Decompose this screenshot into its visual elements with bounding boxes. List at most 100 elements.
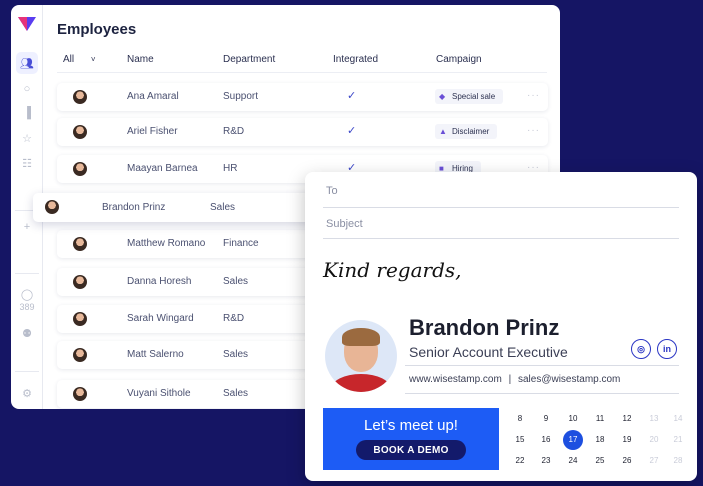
- cta-banner: Let’s meet up! BOOK A DEMO: [323, 408, 499, 470]
- employee-name: Brandon Prinz: [102, 202, 166, 213]
- employee-department: R&D: [223, 126, 245, 137]
- employee-name: Danna Horesh: [127, 276, 192, 287]
- header-divider: [57, 72, 547, 73]
- tag-icon: ◆: [439, 91, 446, 101]
- avatar: [73, 162, 87, 176]
- employee-department: Support: [223, 91, 259, 102]
- disclaimer-icon: ▲: [439, 126, 447, 136]
- calendar-day[interactable]: 13: [644, 412, 664, 426]
- signature-divider: [405, 365, 679, 366]
- email-compose-window: To Subject Kind regards, Brandon Prinz S…: [305, 172, 697, 481]
- employee-name: Matthew Romano: [127, 238, 206, 249]
- calendar-day[interactable]: 22: [510, 454, 530, 468]
- calendar-day[interactable]: 27: [644, 454, 664, 468]
- signature-photo: [325, 320, 397, 392]
- calendar-day[interactable]: 14: [668, 412, 688, 426]
- calendar-day[interactable]: 11: [590, 412, 610, 426]
- avatar: [73, 237, 87, 251]
- more-options-icon[interactable]: ···: [527, 125, 540, 136]
- signature-role: Senior Account Executive: [409, 344, 568, 360]
- calendar-day[interactable]: 10: [563, 412, 583, 426]
- campaign-badge[interactable]: ▲ Disclaimer: [435, 124, 498, 139]
- to-field[interactable]: To: [326, 185, 338, 197]
- calendar-day[interactable]: 18: [590, 433, 610, 447]
- photo-shirt: [331, 374, 391, 392]
- chevron-down-icon: ˅: [90, 55, 96, 64]
- employee-department: Sales: [223, 388, 249, 399]
- table-row[interactable]: Ana Amaral Support ✓ ◆ Special sale ···: [57, 83, 548, 111]
- column-integrated[interactable]: Integrated: [333, 54, 378, 65]
- instagram-icon[interactable]: ◎: [631, 339, 651, 359]
- campaign-label: Disclaimer: [452, 127, 490, 136]
- employee-department: Sales: [223, 349, 249, 360]
- calendar-day[interactable]: 16: [536, 433, 556, 447]
- calendar-day[interactable]: 12: [617, 412, 637, 426]
- filter-all-label: All: [63, 54, 75, 65]
- linkedin-icon[interactable]: in: [657, 339, 677, 359]
- user-count: 389: [19, 302, 35, 312]
- signature-email[interactable]: sales@wisestamp.com: [518, 374, 620, 385]
- drop-icon[interactable]: ○: [19, 81, 35, 97]
- bulb-icon[interactable]: ☆: [19, 130, 35, 146]
- employee-department: Finance: [223, 238, 259, 249]
- calendar-day[interactable]: 21: [668, 433, 688, 447]
- avatar: [73, 90, 87, 104]
- avatar: [73, 348, 87, 362]
- app-logo-icon: [18, 17, 36, 31]
- avatar: [45, 200, 59, 214]
- signature-name: Brandon Prinz: [409, 315, 560, 340]
- calendar-day[interactable]: 26: [617, 454, 637, 468]
- add-icon[interactable]: +: [19, 219, 35, 235]
- employee-name: Matt Salerno: [127, 349, 184, 360]
- employee-department: R&D: [223, 313, 245, 324]
- column-campaign[interactable]: Campaign: [436, 54, 482, 65]
- calendar-day[interactable]: 23: [536, 454, 556, 468]
- settings-icon[interactable]: ⚙: [19, 385, 35, 401]
- signature-divider: [405, 393, 679, 394]
- avatar: [73, 275, 87, 289]
- avatar: [73, 387, 87, 401]
- analytics-icon[interactable]: ▐: [19, 105, 35, 121]
- people-icon[interactable]: 👥︎: [16, 52, 38, 74]
- calendar-day[interactable]: 25: [590, 454, 610, 468]
- employee-name: Sarah Wingard: [127, 313, 194, 324]
- calendar-day[interactable]: 28: [668, 454, 688, 468]
- calendar-day-selected[interactable]: 17: [563, 430, 583, 450]
- group-icon[interactable]: ⚉: [19, 325, 35, 341]
- templates-icon[interactable]: ☷: [19, 155, 35, 171]
- campaign-badge[interactable]: ◆ Special sale: [435, 89, 504, 104]
- page-title: Employees: [57, 21, 137, 38]
- calendar-day[interactable]: 19: [617, 433, 637, 447]
- more-options-icon[interactable]: ···: [527, 90, 540, 101]
- rail-divider: [15, 371, 39, 372]
- photo-hair: [342, 328, 380, 346]
- employee-department: Sales: [223, 276, 249, 287]
- employee-name: Maayan Barnea: [127, 163, 198, 174]
- table-row[interactable]: Ariel Fisher R&D ✓ ▲ Disclaimer ···: [57, 118, 548, 146]
- to-field-line: [323, 207, 679, 208]
- rail-divider: [15, 273, 39, 274]
- user-icon[interactable]: ◯: [19, 286, 35, 302]
- subject-field[interactable]: Subject: [326, 218, 363, 230]
- signature-contact: www.wisestamp.com | sales@wisestamp.com: [409, 374, 620, 385]
- calendar-day[interactable]: 15: [510, 433, 530, 447]
- avatar: [73, 125, 87, 139]
- signoff-text: Kind regards,: [323, 258, 462, 282]
- signature-website[interactable]: www.wisestamp.com: [409, 374, 502, 385]
- avatar: [73, 312, 87, 326]
- calendar-day[interactable]: 24: [563, 454, 583, 468]
- employee-name: Ariel Fisher: [127, 126, 178, 137]
- employee-name: Ana Amaral: [127, 91, 179, 102]
- employee-name: Vuyani Sithole: [127, 388, 191, 399]
- integrated-check-icon: ✓: [347, 90, 357, 102]
- campaign-label: Special sale: [452, 92, 496, 101]
- book-demo-button[interactable]: BOOK A DEMO: [356, 440, 466, 460]
- calendar-day[interactable]: 8: [510, 412, 530, 426]
- calendar-day[interactable]: 20: [644, 433, 664, 447]
- integrated-check-icon: ✓: [347, 125, 357, 137]
- column-department[interactable]: Department: [223, 54, 275, 65]
- filter-all[interactable]: All ˅: [63, 54, 96, 65]
- column-name[interactable]: Name: [127, 54, 154, 65]
- calendar-day[interactable]: 9: [536, 412, 556, 426]
- subject-field-line: [323, 238, 679, 239]
